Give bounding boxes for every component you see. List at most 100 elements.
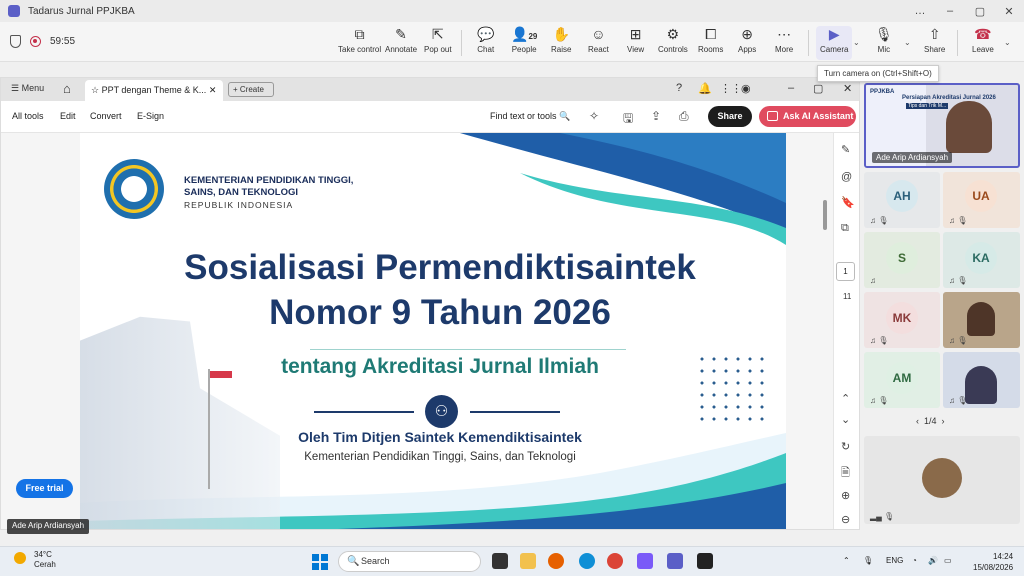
camera-button[interactable]: ▶ Camera xyxy=(816,26,853,60)
camera-options-chevron-icon[interactable]: ⌄ xyxy=(853,38,860,47)
people-icon: 👤29 xyxy=(511,26,538,42)
file-explorer-icon[interactable] xyxy=(520,553,536,569)
participant-video-tile[interactable]: ♫ 🎙 xyxy=(943,352,1020,408)
leave-button[interactable]: ☎ Leave xyxy=(972,26,994,60)
esign-menu[interactable]: E-Sign xyxy=(137,111,164,121)
participant-video-tile[interactable]: ▂▄ 🎙 xyxy=(864,436,1020,524)
people-button[interactable]: 👤29 People xyxy=(511,26,537,60)
find-text-button[interactable]: Find text or tools 🔍 xyxy=(490,111,570,122)
minimize-icon[interactable]: – xyxy=(935,0,965,22)
react-button[interactable]: ☺ React xyxy=(588,26,609,60)
window-title: Tadarus Jurnal PPJKBA xyxy=(28,5,135,17)
free-trial-button[interactable]: Free trial xyxy=(16,479,73,498)
battery-icon[interactable]: ▭ xyxy=(944,556,952,565)
mic-muted-icon: ♫ 🎙 xyxy=(949,216,968,225)
convert-menu[interactable]: Convert xyxy=(90,111,122,121)
gallery-pagination[interactable]: ‹ 1/4 › xyxy=(916,416,945,426)
at-mention-icon[interactable]: @ xyxy=(841,171,852,183)
task-view-icon[interactable] xyxy=(492,553,508,569)
participant-tile[interactable]: AH ♫ 🎙 xyxy=(864,172,940,228)
rotate-icon[interactable]: ↻ xyxy=(841,440,850,453)
annotate-icon: ✎ xyxy=(395,26,407,42)
maximize-icon[interactable]: ▢ xyxy=(813,82,823,95)
annotate-button[interactable]: ✎ Annotate xyxy=(385,26,417,60)
apps-grid-icon[interactable]: ⋮⋮ xyxy=(720,82,742,95)
vertical-scrollbar[interactable] xyxy=(823,200,827,230)
upload-icon[interactable]: ⇪ xyxy=(651,109,661,123)
bookmark-icon[interactable]: 🔖 xyxy=(841,196,855,209)
raise-hand-button[interactable]: ✋ Raise xyxy=(551,26,571,60)
participant-tile[interactable]: KA ♫ 🎙 xyxy=(943,232,1020,288)
edit-menu[interactable]: Edit xyxy=(60,111,76,121)
mic-options-chevron-icon[interactable]: ⌄ xyxy=(904,38,911,47)
system-clock[interactable]: 14:24 15/08/2026 xyxy=(973,551,1013,573)
profile-icon[interactable]: ◉ xyxy=(741,82,751,95)
controls-button[interactable]: ⚙ Controls xyxy=(658,26,688,60)
comment-icon[interactable]: ✎ xyxy=(841,143,850,156)
save-icon[interactable]: 🖫 xyxy=(623,109,633,130)
toolbar-divider xyxy=(461,30,462,56)
all-tools-menu[interactable]: All tools xyxy=(12,111,44,121)
app-icon[interactable] xyxy=(697,553,713,569)
participant-tile[interactable]: UA ♫ 🎙 xyxy=(943,172,1020,228)
camera-tooltip: Turn camera on (Ctrl+Shift+O) xyxy=(817,65,939,82)
menu-button[interactable]: ☰ Menu xyxy=(11,83,44,94)
teams-icon[interactable] xyxy=(667,553,683,569)
chat-icon: 💬 xyxy=(477,26,495,42)
wifi-icon[interactable]: ◔ xyxy=(912,556,917,565)
extract-icon[interactable]: 🗎 xyxy=(841,464,850,483)
leave-options-chevron-icon[interactable]: ⌄ xyxy=(1004,38,1011,47)
participant-tile[interactable]: S ♫ xyxy=(864,232,940,288)
maximize-icon[interactable]: ▢ xyxy=(965,0,995,22)
page-down-icon[interactable]: ⌄ xyxy=(841,413,850,426)
language-indicator[interactable]: ENG xyxy=(886,556,903,565)
taskbar-search[interactable]: 🔍 Search xyxy=(338,551,481,572)
mic-button[interactable]: 🎙 Mic xyxy=(875,26,893,60)
help-icon[interactable]: ? xyxy=(676,82,682,94)
page-number-input[interactable]: 1 xyxy=(836,262,855,281)
chat-button[interactable]: 💬 Chat xyxy=(477,26,494,60)
mic-muted-icon: ♫ 🎙 xyxy=(949,396,968,405)
weather-icon[interactable] xyxy=(14,552,26,564)
participant-tile[interactable]: MK ♫ 🎙 xyxy=(864,292,940,348)
ask-ai-button[interactable]: Ask AI Assistant xyxy=(759,106,856,127)
presenter-line: Oleh Tim Ditjen Saintek Kemendiktisainte… xyxy=(298,429,582,445)
zoom-out-icon[interactable]: ⊖ xyxy=(841,513,850,526)
edge-icon[interactable] xyxy=(579,553,595,569)
tray-overflow-icon[interactable]: ⌃ xyxy=(843,556,850,565)
toolbar-divider xyxy=(957,30,958,56)
firefox-icon[interactable] xyxy=(548,553,564,569)
participant-video-tile[interactable]: ♫ 🎙 xyxy=(943,292,1020,348)
create-button[interactable]: + Create xyxy=(228,82,274,97)
copilot-icon[interactable] xyxy=(637,553,653,569)
document-tab[interactable]: ☆ PPT dengan Theme & K... ✕ xyxy=(85,80,223,101)
copy-pages-icon[interactable]: ⧉ xyxy=(841,222,849,235)
rooms-button[interactable]: ⧠ Rooms xyxy=(698,26,723,60)
participant-video xyxy=(967,302,995,336)
weather-widget[interactable]: 34°C Cerah xyxy=(34,550,56,570)
take-control-button[interactable]: ⧉ Take control xyxy=(338,26,381,60)
home-icon[interactable]: ⌂ xyxy=(63,81,71,96)
share-screen-button[interactable]: ⇧ Share xyxy=(924,26,945,60)
print-icon[interactable]: ⎙ xyxy=(679,109,689,124)
close-icon[interactable]: ✕ xyxy=(843,82,852,95)
minimize-icon[interactable]: – xyxy=(788,82,794,94)
start-button[interactable] xyxy=(312,554,328,570)
main-speaker-tile[interactable]: PPJKBA Persiapan Akreditasi Jurnal 2026 … xyxy=(864,83,1020,168)
zoom-in-icon[interactable]: ⊕ xyxy=(841,489,850,502)
participant-tile[interactable]: AM ♫ 🎙 xyxy=(864,352,940,408)
apps-button[interactable]: ⊕ Apps xyxy=(738,26,756,60)
more-button[interactable]: ⋯ More xyxy=(775,26,793,60)
volume-icon[interactable]: 🔊 xyxy=(928,556,938,565)
share-button[interactable]: Share xyxy=(708,106,752,127)
page-up-icon[interactable]: ⌃ xyxy=(841,392,850,405)
more-icon: ⋯ xyxy=(777,26,792,42)
mic-tray-icon[interactable]: 🎙 xyxy=(863,556,873,565)
pop-out-button[interactable]: ⇱ Pop out xyxy=(424,26,452,60)
more-options-icon[interactable]: … xyxy=(905,0,935,22)
ai-tools-icon[interactable]: ✧ xyxy=(589,109,599,123)
close-icon[interactable]: ✕ xyxy=(994,0,1024,22)
view-button[interactable]: ⊞ View xyxy=(627,26,644,60)
chrome-icon[interactable] xyxy=(607,553,623,569)
bell-icon[interactable]: 🔔 xyxy=(698,82,712,95)
